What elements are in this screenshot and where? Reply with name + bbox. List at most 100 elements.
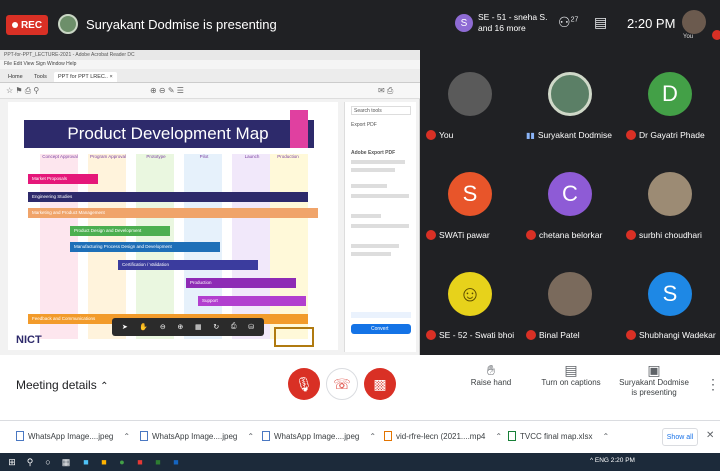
presenter-avatar [58, 14, 78, 34]
participant-name: Suryakant Dodmise [537, 130, 612, 140]
tools-convert-button: Convert [351, 324, 411, 334]
rotate-icon[interactable]: ↻ [213, 323, 219, 331]
start-icon[interactable]: ⊞ [6, 456, 18, 468]
download-name: TVCC final map.xlsx [520, 431, 593, 441]
tools-export-item: Export PDF [351, 122, 377, 128]
raise-hand-button[interactable]: ✋︎ Raise hand [466, 363, 516, 388]
presenting-line-1: Suryakant Dodmise [619, 378, 689, 387]
shared-window-title: PPT-for-PPT_LECTURE-2021 - Adobe Acrobat… [0, 50, 420, 60]
download-item[interactable]: WhatsApp Image....jpeg ⌃ [140, 431, 254, 441]
participant-tile[interactable]: ▮▮ Suryakant Dodmise [520, 50, 620, 150]
mic-off-icon [426, 130, 436, 140]
download-item[interactable]: WhatsApp Image....jpeg ⌃ [16, 431, 130, 441]
tools-line [351, 244, 399, 248]
chevron-up-icon[interactable]: ⌃ [495, 432, 502, 441]
map-title: Product Development Map [67, 124, 269, 143]
present-icon: ▣ [647, 362, 661, 378]
meeting-details-button[interactable]: Meeting details ⌃ [16, 378, 108, 392]
mic-off-icon: 🎙︎ [295, 375, 313, 392]
self-label: You [683, 34, 694, 40]
pointer-icon[interactable]: ➤ [122, 323, 128, 331]
mic-off-icon [426, 330, 436, 340]
fit-icon[interactable]: ▦ [195, 323, 202, 331]
map-logo: NICT [16, 334, 42, 346]
shared-menu-bar: File Edit View Sign Window Help [0, 60, 420, 69]
presenting-button[interactable]: ▣ Suryakant Dodmise is presenting [616, 362, 692, 398]
shared-tab-home: Home [8, 74, 23, 80]
participant-tile[interactable]: S SWATi pawar [420, 150, 520, 250]
participant-avatar [648, 172, 692, 216]
chat-icon[interactable]: ▤ [594, 14, 607, 31]
image-file-icon [140, 431, 148, 441]
camera-off-icon: ▩ [373, 375, 387, 392]
people-summary[interactable]: SE - 51 - sneha S. and 16 more [478, 12, 547, 34]
download-name: WhatsApp Image....jpeg [28, 431, 114, 441]
smiley-avatar-icon: ☺ [448, 272, 492, 316]
image-file-icon [16, 431, 24, 441]
chevron-up-icon[interactable]: ⌃ [123, 432, 130, 441]
shared-toolbar-icons-mid: ⊕ ⊖ ✎ ☰ [150, 86, 184, 95]
participant-tile[interactable]: S Shubhangi Wadekar [620, 250, 720, 350]
participant-tile[interactable]: C chetana belorkar [520, 150, 620, 250]
show-all-downloads-button[interactable]: Show all [662, 428, 698, 446]
explorer-icon[interactable]: ■ [80, 456, 92, 468]
self-avatar[interactable] [682, 10, 706, 34]
recording-label: REC [20, 19, 43, 31]
meet-bottom-bar: Meeting details ⌃ 🎙︎ ☏ ▩ ✋︎ Raise hand ▤ T… [0, 355, 720, 420]
close-icon[interactable]: ✕ [706, 430, 714, 441]
participant-name: surbhi choudhari [639, 230, 702, 240]
acrobat-icon[interactable]: ■ [134, 456, 146, 468]
download-name: vid-rfre-lecn (2021....mp4 [396, 431, 486, 441]
camera-toggle-button[interactable]: ▩ [364, 368, 396, 400]
chevron-up-icon[interactable]: ⌃ [602, 432, 609, 441]
clock: 2:20 PM [627, 16, 676, 31]
download-item[interactable]: WhatsApp Image....jpeg ⌃ [262, 431, 376, 441]
zoom-in-icon[interactable]: ⊕ [177, 323, 183, 331]
hand-icon[interactable]: ✋ [139, 323, 148, 331]
participant-tile[interactable]: You [420, 50, 520, 150]
print-icon[interactable]: ⎙ [231, 323, 237, 331]
zoom-out-icon[interactable]: ⊖ [160, 323, 166, 331]
excel-icon[interactable]: ■ [152, 456, 164, 468]
more-options-icon[interactable]: ⋮ [706, 376, 720, 393]
participant-name: You [439, 130, 454, 140]
captions-icon: ▤ [564, 362, 578, 378]
folder-icon[interactable]: ■ [98, 456, 110, 468]
chevron-up-icon[interactable]: ⌃ [369, 432, 376, 441]
participant-avatar: S [448, 172, 492, 216]
meet-top-bar: REC Suryakant Dodmise is presenting S SE… [0, 0, 720, 50]
map-column-head: Program Approval [89, 154, 127, 159]
participant-tile[interactable]: ☺ SE - 52 - Swati bhoi [420, 250, 520, 350]
chrome-icon[interactable]: ● [116, 456, 128, 468]
download-item[interactable]: TVCC final map.xlsx ⌃ [508, 431, 609, 441]
mic-toggle-button[interactable]: 🎙︎ [288, 368, 320, 400]
participant-tile[interactable]: Binal Patel [520, 250, 620, 350]
participant-tile[interactable]: surbhi choudhari [620, 150, 720, 250]
participant-avatar [548, 72, 592, 116]
taskbar-app-icon[interactable]: ▦ [60, 456, 72, 468]
pdf-tools-panel: Search tools Export PDF Adobe Export PDF… [344, 102, 416, 352]
presenting-line-2: is presenting [631, 388, 677, 397]
record-dot-icon [11, 22, 18, 28]
raise-hand-label: Raise hand [470, 378, 512, 387]
chevron-up-icon[interactable]: ⌃ [247, 432, 254, 441]
task-view-icon[interactable]: ○ [42, 456, 54, 468]
search-icon[interactable]: ⚲ [24, 456, 36, 468]
download-item[interactable]: vid-rfre-lecn (2021....mp4 ⌃ [384, 431, 502, 441]
participant-tile[interactable]: D Dr Gayatri Phade [620, 50, 720, 150]
people-avatar[interactable]: S [455, 14, 473, 32]
save-icon[interactable]: ⛁ [248, 323, 254, 331]
participant-avatar: C [548, 172, 592, 216]
leave-call-button[interactable]: ☏ [326, 368, 358, 400]
presenter-status: Suryakant Dodmise is presenting [86, 17, 277, 32]
participant-avatar: D [648, 72, 692, 116]
map-column [232, 154, 270, 339]
captions-button[interactable]: ▤ Turn on captions [538, 362, 604, 388]
os-taskbar: ⊞ ⚲ ○ ▦ ■ ■ ● ■ ■ ■ ^ ENG 2:20 PM [0, 453, 720, 471]
word-icon[interactable]: ■ [170, 456, 182, 468]
participant-name: chetana belorkar [539, 230, 603, 240]
spreadsheet-file-icon [508, 431, 516, 441]
participants-icon[interactable]: ⚇27 [558, 14, 578, 31]
tools-line [351, 214, 381, 218]
recording-badge: REC [6, 15, 48, 35]
